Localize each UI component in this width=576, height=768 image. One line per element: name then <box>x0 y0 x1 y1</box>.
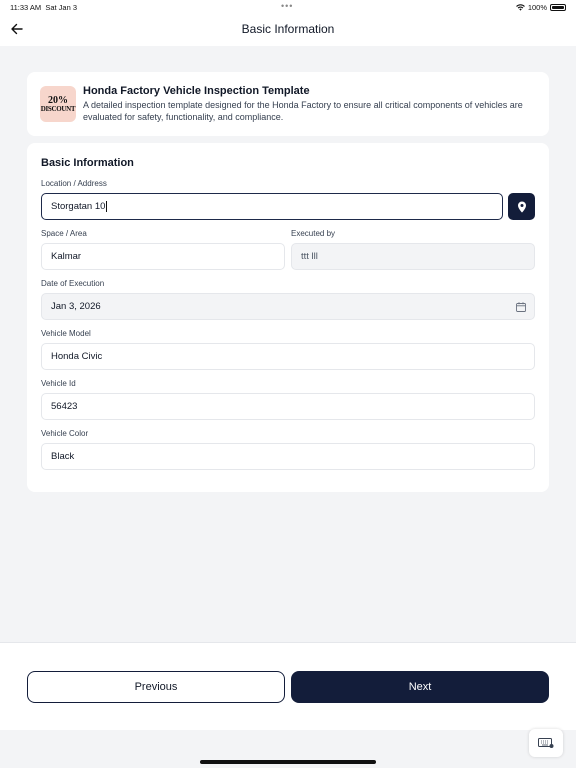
vehicle-model-input[interactable]: Honda Civic <box>41 343 535 370</box>
status-bar: 11:33 AM Sat Jan 3 ••• 100% <box>0 0 576 14</box>
wifi-icon <box>515 4 525 11</box>
calendar-icon[interactable] <box>516 302 526 312</box>
vehicle-color-input[interactable]: Black <box>41 443 535 470</box>
status-right: 100% <box>515 3 566 12</box>
multitasking-dots[interactable]: ••• <box>281 1 293 11</box>
vehicle-model-label: Vehicle Model <box>41 329 91 338</box>
bottom-action-bar: Previous Next <box>0 642 576 730</box>
map-pin-icon <box>517 201 526 212</box>
executed-by-label: Executed by <box>291 229 336 238</box>
vehicle-id-input[interactable]: 56423 <box>41 393 535 420</box>
vehicle-id-label: Vehicle Id <box>41 379 76 388</box>
battery-icon <box>550 4 566 11</box>
template-description: A detailed inspection template designed … <box>83 100 523 122</box>
next-button[interactable]: Next <box>291 671 549 703</box>
keyboard-toggle-button[interactable] <box>529 729 563 757</box>
space-label: Space / Area <box>41 229 87 238</box>
text-cursor <box>106 201 108 212</box>
date-input[interactable]: Jan 3, 2026 <box>41 293 535 320</box>
status-time: 11:33 AM Sat Jan 3 <box>10 3 78 12</box>
top-nav-bar: Basic Information <box>0 14 576 46</box>
location-pin-button[interactable] <box>508 193 535 220</box>
vehicle-color-label: Vehicle Color <box>41 429 89 438</box>
battery-percent: 100% <box>527 3 547 12</box>
page-title: Basic Information <box>241 22 335 36</box>
location-label: Location / Address <box>41 179 107 188</box>
keyboard-icon <box>538 738 554 748</box>
previous-button[interactable]: Previous <box>27 671 285 703</box>
basic-information-form: Basic Information Location / Address Sto… <box>27 143 549 492</box>
template-card: 20% DISCOUNT Honda Factory Vehicle Inspe… <box>27 72 549 136</box>
location-input[interactable]: Storgatan 10 <box>41 193 503 220</box>
executed-by-input: ttt lll <box>291 243 535 270</box>
home-indicator[interactable] <box>200 760 376 764</box>
section-title: Basic Information <box>41 157 134 169</box>
template-title: Honda Factory Vehicle Inspection Templat… <box>83 85 310 97</box>
template-logo: 20% DISCOUNT <box>40 86 76 122</box>
space-input[interactable]: Kalmar <box>41 243 285 270</box>
date-label: Date of Execution <box>41 279 105 288</box>
